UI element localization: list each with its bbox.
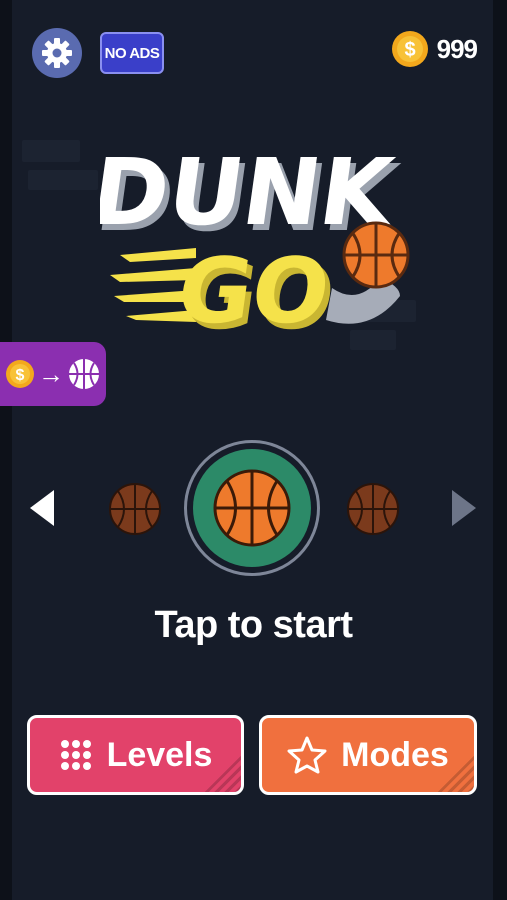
levels-button[interactable]: Levels	[27, 715, 244, 795]
logo-title-go: GO	[171, 239, 336, 343]
gear-icon	[42, 38, 72, 68]
grid-dots-icon	[60, 740, 91, 770]
ball-next[interactable]	[346, 482, 400, 536]
settings-button[interactable]	[32, 28, 82, 78]
coin-icon: $	[391, 31, 428, 67]
no-ads-button[interactable]: NO ADS	[100, 32, 164, 74]
selected-ball-background	[193, 449, 311, 567]
left-arrow-icon[interactable]	[30, 490, 54, 526]
background-brick	[28, 170, 98, 190]
game-main-menu: NO ADS $ 999 DUNK DUNK GO GO $ → Tap to …	[0, 0, 507, 900]
selected-ball-ring[interactable]	[184, 440, 320, 576]
coin-symbol: $	[16, 367, 25, 384]
right-arrow-icon[interactable]	[452, 490, 476, 526]
basketball-icon	[69, 359, 99, 389]
coin-icon: $	[6, 360, 34, 388]
star-icon	[287, 736, 327, 774]
levels-label: Levels	[106, 735, 213, 774]
coin-balance: $ 999	[391, 30, 478, 68]
ball-prev[interactable]	[108, 482, 162, 536]
logo-basketball-icon	[342, 221, 410, 289]
no-ads-label: NO ADS	[104, 44, 160, 62]
coin-to-ball-shop-button[interactable]: $ →	[0, 342, 106, 406]
right-edge	[493, 0, 507, 900]
coin-count: 999	[436, 33, 478, 64]
background-brick	[22, 140, 80, 162]
tap-to-start-prompt[interactable]: Tap to start	[0, 604, 507, 647]
left-edge	[0, 0, 12, 900]
modes-label: Modes	[341, 735, 449, 774]
game-logo: DUNK DUNK GO GO	[100, 138, 410, 350]
coin-symbol: $	[404, 39, 415, 61]
arrow-right-icon: →	[38, 358, 64, 389]
modes-button[interactable]: Modes	[259, 715, 477, 795]
ball-selected[interactable]	[212, 468, 292, 548]
